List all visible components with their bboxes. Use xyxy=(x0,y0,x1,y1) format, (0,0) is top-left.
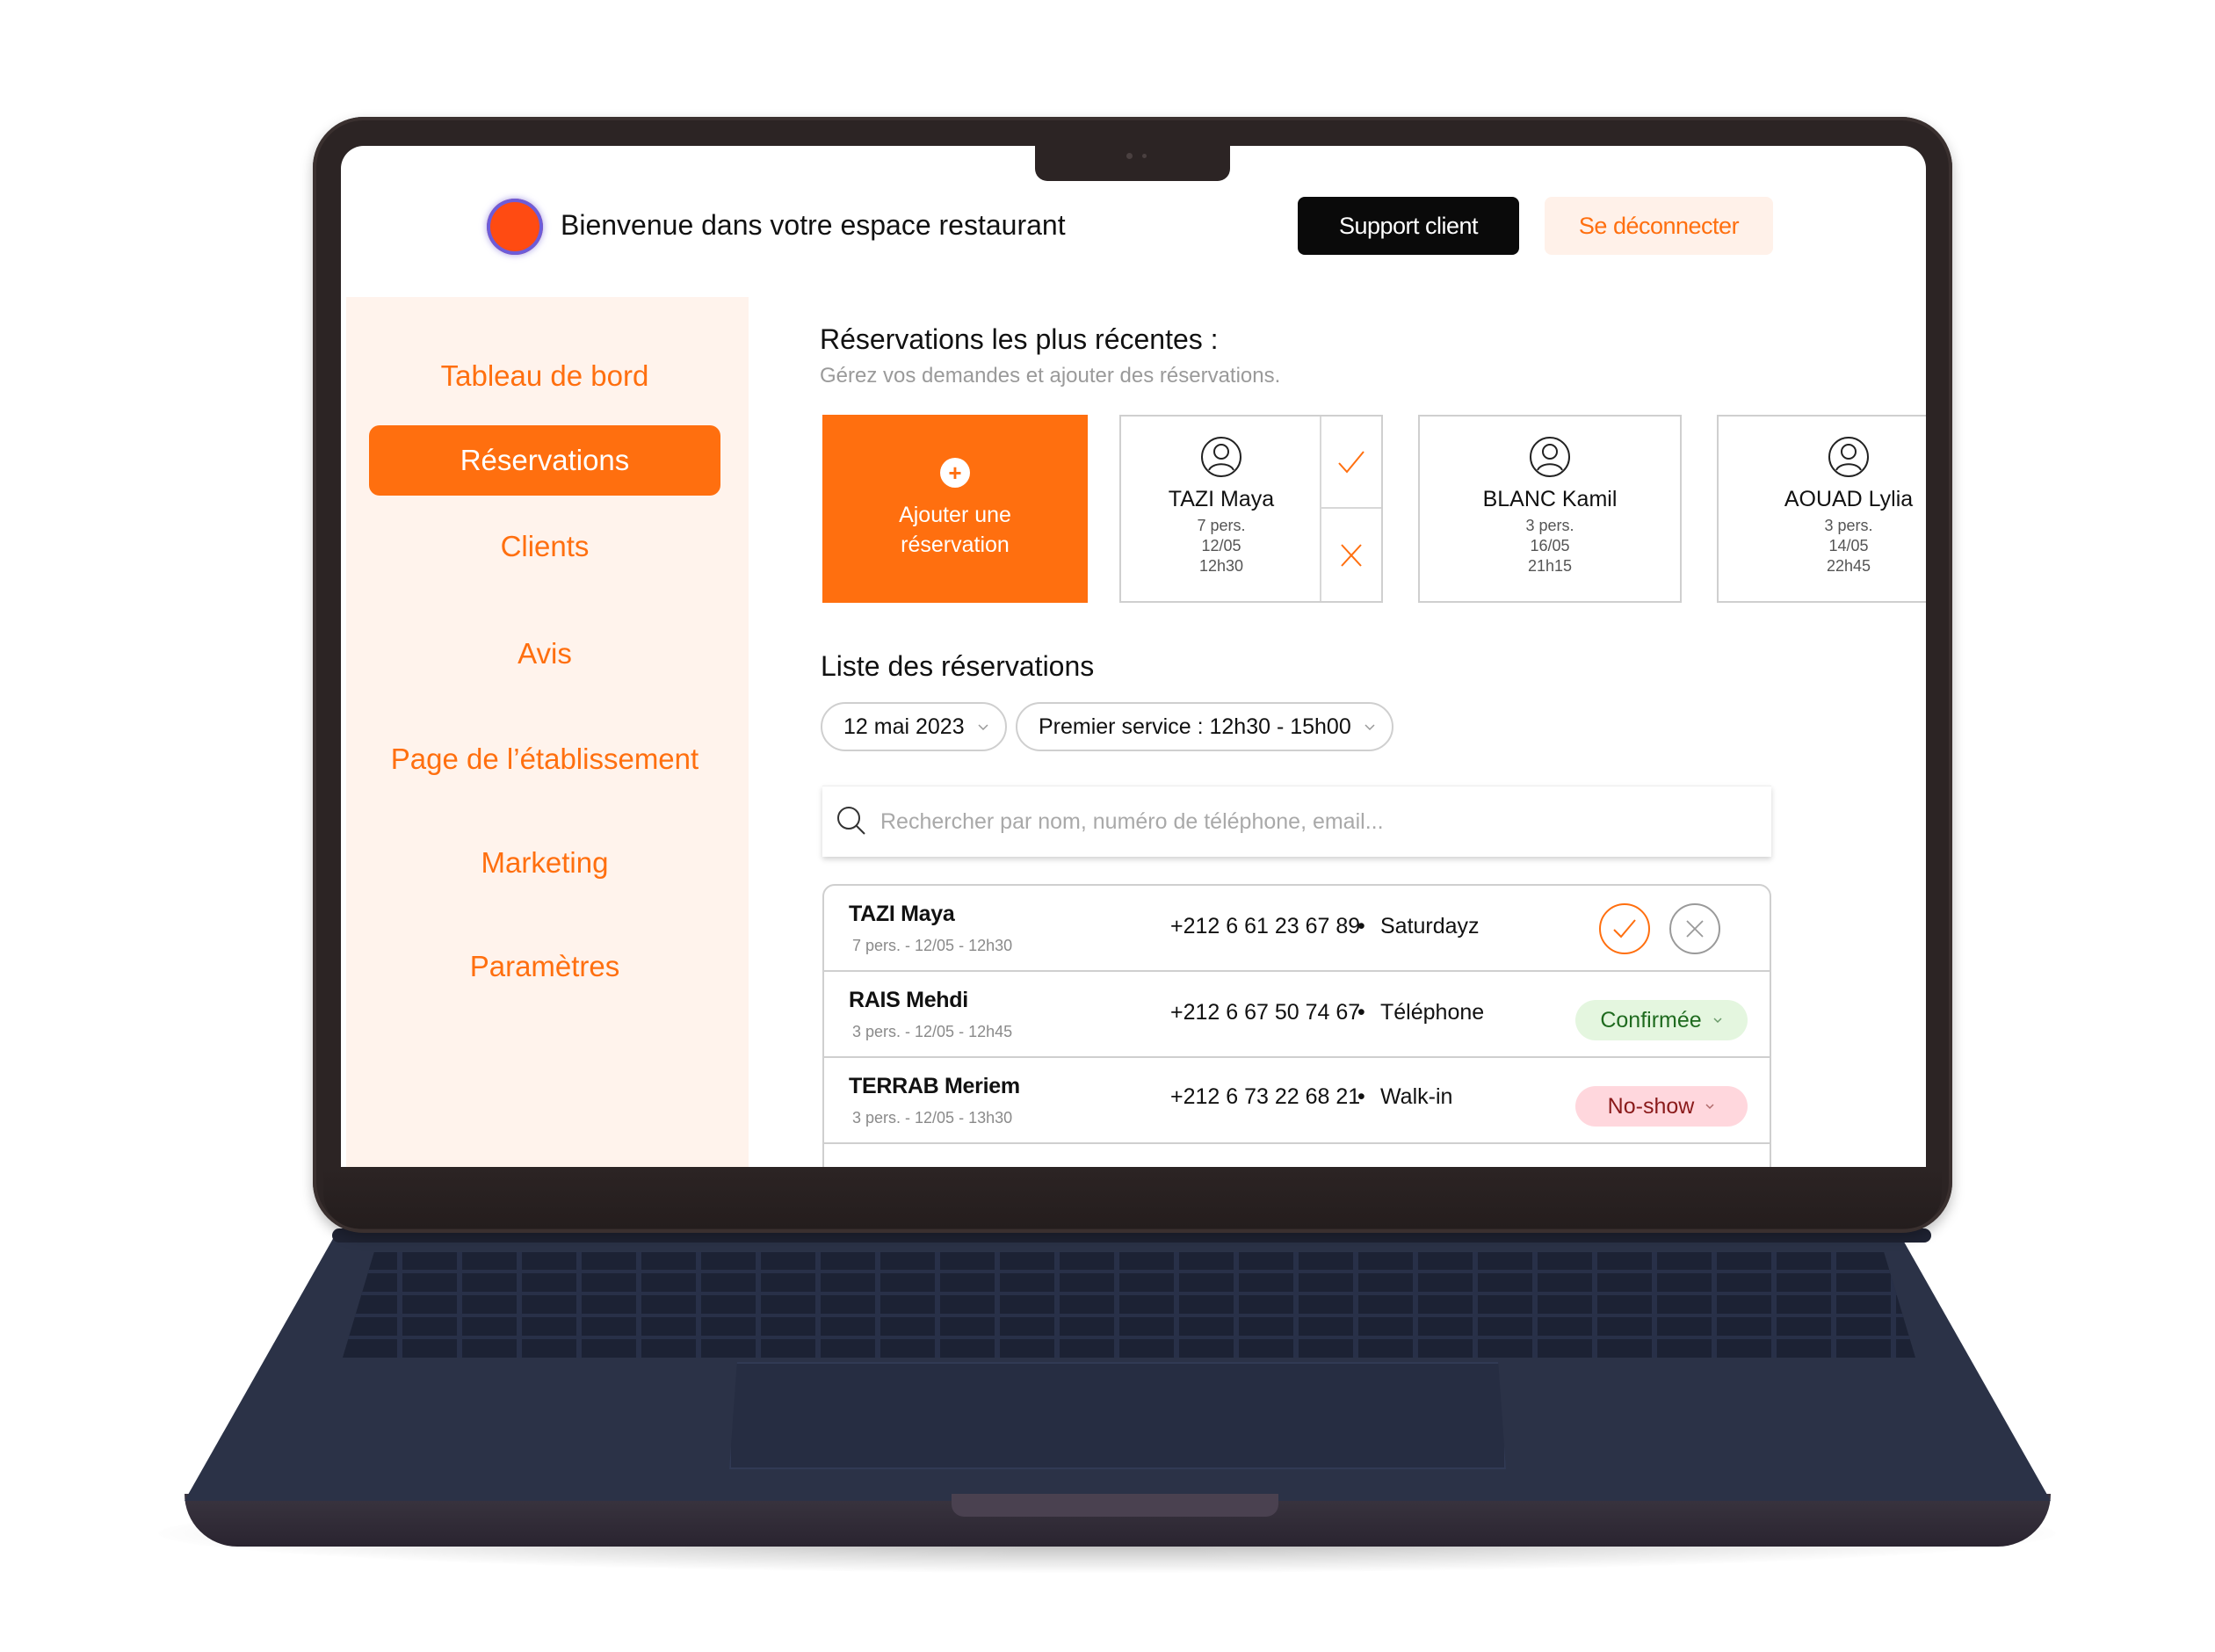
close-icon xyxy=(1341,543,1362,567)
decline-button[interactable] xyxy=(1669,903,1720,954)
laptop-front-notch xyxy=(952,1494,1278,1517)
restaurant-logo xyxy=(487,199,543,255)
restaurant-dashboard: Bienvenue dans votre espace restaurant S… xyxy=(341,146,1926,1167)
card-people: 3 pers. xyxy=(1525,517,1574,534)
card-details: 7 pers. 12/05 12h30 xyxy=(1197,516,1245,576)
row-source: Téléphone xyxy=(1380,1000,1485,1025)
row-name: TERRAB Meriem xyxy=(849,1074,1020,1098)
card-name: TAZI Maya xyxy=(1168,487,1275,511)
row-name: TAZI Maya xyxy=(849,902,955,926)
laptop-chin xyxy=(323,1167,1942,1228)
card-time: 22h45 xyxy=(1826,557,1871,575)
check-icon xyxy=(1613,919,1636,938)
chevron-down-icon xyxy=(978,724,988,731)
card-date: 14/05 xyxy=(1828,537,1869,554)
card-actions xyxy=(1320,417,1381,601)
row-separator: • xyxy=(1357,1084,1365,1109)
status-badge: Confirmée xyxy=(1600,1007,1702,1032)
card-time: 21h15 xyxy=(1527,557,1573,575)
table-row[interactable]: TAZI Maya 7 pers. - 12/05 - 12h30 +212 6… xyxy=(824,886,1770,972)
card-details: 3 pers. 14/05 22h45 xyxy=(1824,516,1872,576)
row-source: Walk-in xyxy=(1380,1084,1453,1109)
recent-reservation-card[interactable]: BLANC Kamil 3 pers. 16/05 21h15 xyxy=(1418,415,1682,603)
chevron-down-icon xyxy=(1713,1018,1722,1024)
plus-icon: + xyxy=(940,458,970,488)
sidebar-item-dashboard[interactable]: Tableau de bord xyxy=(369,341,720,411)
recent-reservations-title: Réservations les plus récentes : xyxy=(820,323,1219,355)
row-name: RAIS Mehdi xyxy=(849,988,968,1012)
add-reservation-label: Ajouter une réservation xyxy=(899,503,1011,557)
reservations-list-title: Liste des réservations xyxy=(821,650,1095,682)
laptop-keyboard xyxy=(343,1252,1915,1358)
recent-reservations-subtitle: Gérez vos demandes et ajouter des réserv… xyxy=(820,364,1281,388)
search-icon xyxy=(837,807,865,835)
row-phone: +212 6 67 50 74 67 xyxy=(1170,1000,1361,1025)
card-date: 16/05 xyxy=(1530,537,1570,554)
close-icon xyxy=(1686,920,1704,938)
row-details: 7 pers. - 12/05 - 12h30 xyxy=(852,937,1013,954)
service-filter-value: Premier service : 12h30 - 15h00 xyxy=(1039,714,1351,739)
table-row[interactable]: RAIS Mehdi 3 pers. - 12/05 - 12h45 +212 … xyxy=(824,972,1770,1058)
card-details: 3 pers. 16/05 21h15 xyxy=(1525,516,1574,576)
accept-button[interactable] xyxy=(1321,417,1381,509)
date-filter-dropdown[interactable]: 12 mai 2023 xyxy=(821,702,1007,751)
sidebar-item-clients[interactable]: Clients xyxy=(369,511,720,582)
row-phone: +212 6 73 22 68 21 xyxy=(1170,1084,1361,1109)
laptop-screen: Bienvenue dans votre espace restaurant S… xyxy=(341,146,1926,1167)
avatar-icon xyxy=(1530,437,1570,477)
sidebar-item-marketing[interactable]: Marketing xyxy=(369,828,720,898)
sidebar: Tableau de bord Réservations Clients Avi… xyxy=(346,297,749,1167)
card-people: 3 pers. xyxy=(1824,517,1873,534)
row-source: Saturdayz xyxy=(1380,914,1480,938)
service-filter-dropdown[interactable]: Premier service : 12h30 - 15h00 xyxy=(1016,702,1393,751)
camera-notch xyxy=(1035,141,1230,181)
date-filter-value: 12 mai 2023 xyxy=(843,714,965,739)
logout-button[interactable]: Se déconnecter xyxy=(1545,197,1773,255)
status-badge: No-show xyxy=(1607,1093,1695,1119)
card-people: 7 pers. xyxy=(1197,517,1246,534)
accept-button[interactable] xyxy=(1599,903,1650,954)
avatar-icon xyxy=(1828,437,1869,477)
avatar-icon xyxy=(1201,437,1241,477)
row-details: 3 pers. - 12/05 - 12h45 xyxy=(852,1023,1013,1040)
row-details: 3 pers. - 12/05 - 13h30 xyxy=(852,1109,1013,1127)
status-dropdown[interactable]: No-show xyxy=(1575,1086,1748,1127)
camera-icon xyxy=(1126,153,1133,159)
camera-sensor xyxy=(1142,154,1147,158)
card-name: BLANC Kamil xyxy=(1482,487,1618,511)
add-reservation-button[interactable]: + Ajouter une réservation xyxy=(822,415,1088,603)
row-separator: • xyxy=(1357,1000,1365,1025)
row-separator: • xyxy=(1357,914,1365,938)
check-icon xyxy=(1338,450,1364,474)
row-phone: +212 6 61 23 67 89 xyxy=(1170,914,1361,938)
search-bar xyxy=(822,786,1771,857)
recent-reservation-card[interactable]: TAZI Maya 7 pers. 12/05 12h30 xyxy=(1119,415,1383,603)
sidebar-item-reservations[interactable]: Réservations xyxy=(369,425,720,496)
reservations-table: TAZI Maya 7 pers. - 12/05 - 12h30 +212 6… xyxy=(822,884,1771,1167)
card-name: AOUAD Lylia xyxy=(1784,487,1914,511)
chevron-down-icon xyxy=(1364,724,1375,731)
recent-reservation-card[interactable]: AOUAD Lylia 3 pers. 14/05 22h45 xyxy=(1717,415,1926,603)
card-time: 12h30 xyxy=(1198,557,1244,575)
card-date: 12/05 xyxy=(1201,537,1241,554)
decline-button[interactable] xyxy=(1321,509,1381,601)
table-row[interactable]: TERRAB Meriem 3 pers. - 12/05 - 13h30 +2… xyxy=(824,1058,1770,1144)
status-dropdown[interactable]: Confirmée xyxy=(1575,1000,1748,1040)
search-input[interactable] xyxy=(879,801,1743,843)
laptop-trackpad xyxy=(729,1362,1506,1469)
sidebar-item-establishment-page[interactable]: Page de l’établissement xyxy=(369,724,720,794)
sidebar-item-reviews[interactable]: Avis xyxy=(369,619,720,689)
support-button[interactable]: Support client xyxy=(1298,197,1519,255)
welcome-title: Bienvenue dans votre espace restaurant xyxy=(561,209,1066,241)
sidebar-item-settings[interactable]: Paramètres xyxy=(369,931,720,1002)
chevron-down-icon xyxy=(1705,1104,1714,1110)
